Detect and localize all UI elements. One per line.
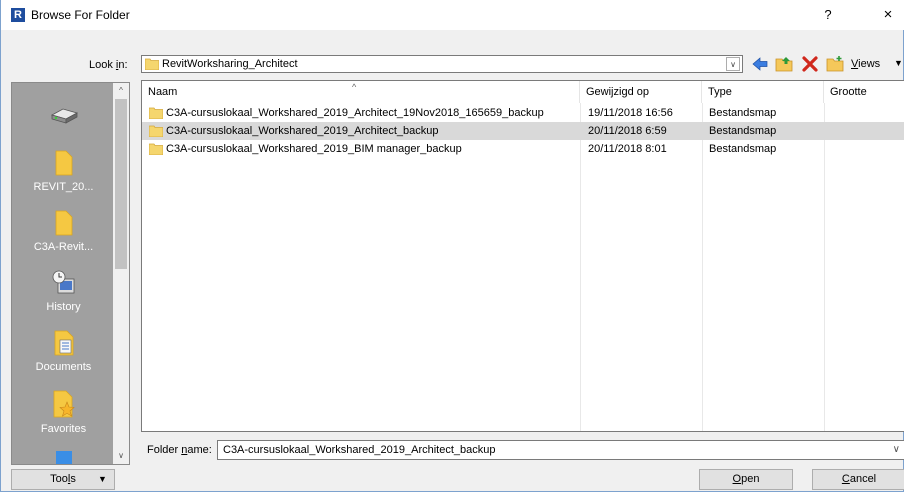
folder-icon — [55, 150, 72, 176]
scroll-up-icon[interactable]: ^ — [113, 83, 129, 99]
desktop-icon — [55, 451, 72, 464]
open-button[interactable]: Open — [699, 469, 793, 490]
place-documents[interactable]: Documents — [12, 329, 115, 373]
folder-name-input[interactable]: C3A-cursuslokaal_Workshared_2019_Archite… — [217, 440, 904, 460]
file-row[interactable]: C3A-cursuslokaal_Workshared_2019_Archite… — [142, 104, 904, 122]
file-name: C3A-cursuslokaal_Workshared_2019_Archite… — [166, 125, 439, 137]
place-revit-folder[interactable]: REVIT_20... — [12, 149, 115, 193]
place-computer[interactable] — [12, 105, 115, 131]
back-arrow-icon[interactable] — [750, 55, 770, 73]
file-type: Bestandsmap — [709, 143, 777, 155]
tools-dropdown-icon: ▼ — [98, 474, 107, 484]
scrollbar-thumb[interactable] — [115, 99, 127, 269]
folder-icon — [145, 58, 159, 70]
column-header-type[interactable]: Type — [702, 81, 824, 103]
help-button[interactable]: ? — [813, 4, 843, 26]
favorites-icon — [53, 390, 75, 418]
file-list[interactable]: Naam ^ Gewijzigd op Type Grootte C3A-curs… — [141, 80, 904, 432]
file-type: Bestandsmap — [709, 107, 777, 119]
window-title: Browse For Folder — [31, 8, 130, 22]
new-folder-icon[interactable] — [825, 55, 845, 73]
column-header-size[interactable]: Grootte — [824, 81, 904, 103]
folder-icon — [149, 125, 163, 137]
file-type: Bestandsmap — [709, 125, 777, 137]
sort-ascending-icon: ^ — [352, 82, 357, 92]
look-in-combobox[interactable]: RevitWorksharing_Architect ∨ — [141, 55, 743, 73]
revit-app-icon: R — [11, 8, 25, 22]
close-button[interactable]: × — [873, 3, 903, 27]
views-dropdown-icon[interactable]: ▼ — [894, 58, 903, 68]
column-header-name[interactable]: Naam ^ — [142, 81, 580, 103]
drive-icon — [50, 108, 78, 124]
folder-name-label: Folder name: — [147, 444, 212, 456]
folder-icon — [55, 210, 72, 236]
file-row-selected[interactable]: C3A-cursuslokaal_Workshared_2019_Archite… — [142, 122, 904, 140]
title-bar: R Browse For Folder ? × — [1, 0, 904, 30]
place-favorites[interactable]: Favorites — [12, 389, 115, 435]
file-name: C3A-cursuslokaal_Workshared_2019_Archite… — [166, 107, 544, 119]
delete-icon[interactable] — [800, 55, 820, 73]
place-c3a-folder[interactable]: C3A-Revit... — [12, 209, 115, 253]
cancel-button[interactable]: Cancel — [812, 469, 904, 490]
look-in-label: Look in: — [89, 59, 128, 71]
history-icon — [52, 270, 74, 294]
documents-icon — [54, 330, 73, 356]
scroll-down-icon[interactable]: ∨ — [113, 448, 129, 464]
places-scrollbar[interactable]: ^ ∨ — [113, 83, 129, 464]
folder-icon — [149, 143, 163, 155]
file-modified: 19/11/2018 16:56 — [588, 107, 673, 119]
column-header-modified[interactable]: Gewijzigd op — [580, 81, 702, 103]
folder-name-value: C3A-cursuslokaal_Workshared_2019_Archite… — [223, 444, 496, 456]
up-folder-icon[interactable] — [774, 55, 794, 73]
tools-button[interactable]: Tools ▼ — [11, 469, 115, 490]
file-modified: 20/11/2018 6:59 — [588, 125, 667, 137]
places-bar: REVIT_20... C3A-Revit... History Documen… — [11, 82, 130, 465]
folder-icon — [149, 107, 163, 119]
place-desktop-partial[interactable] — [12, 449, 115, 464]
browse-for-folder-dialog: R Browse For Folder ? × Look in: RevitWo… — [0, 0, 904, 492]
place-history[interactable]: History — [12, 269, 115, 313]
chevron-down-icon[interactable]: ∨ — [726, 57, 740, 71]
chevron-down-icon[interactable]: ∨ — [893, 444, 900, 455]
file-modified: 20/11/2018 8:01 — [588, 143, 667, 155]
look-in-value: RevitWorksharing_Architect — [162, 58, 298, 70]
views-button[interactable]: Views — [851, 58, 880, 70]
file-row[interactable]: C3A-cursuslokaal_Workshared_2019_BIM man… — [142, 140, 904, 158]
file-name: C3A-cursuslokaal_Workshared_2019_BIM man… — [166, 143, 462, 155]
